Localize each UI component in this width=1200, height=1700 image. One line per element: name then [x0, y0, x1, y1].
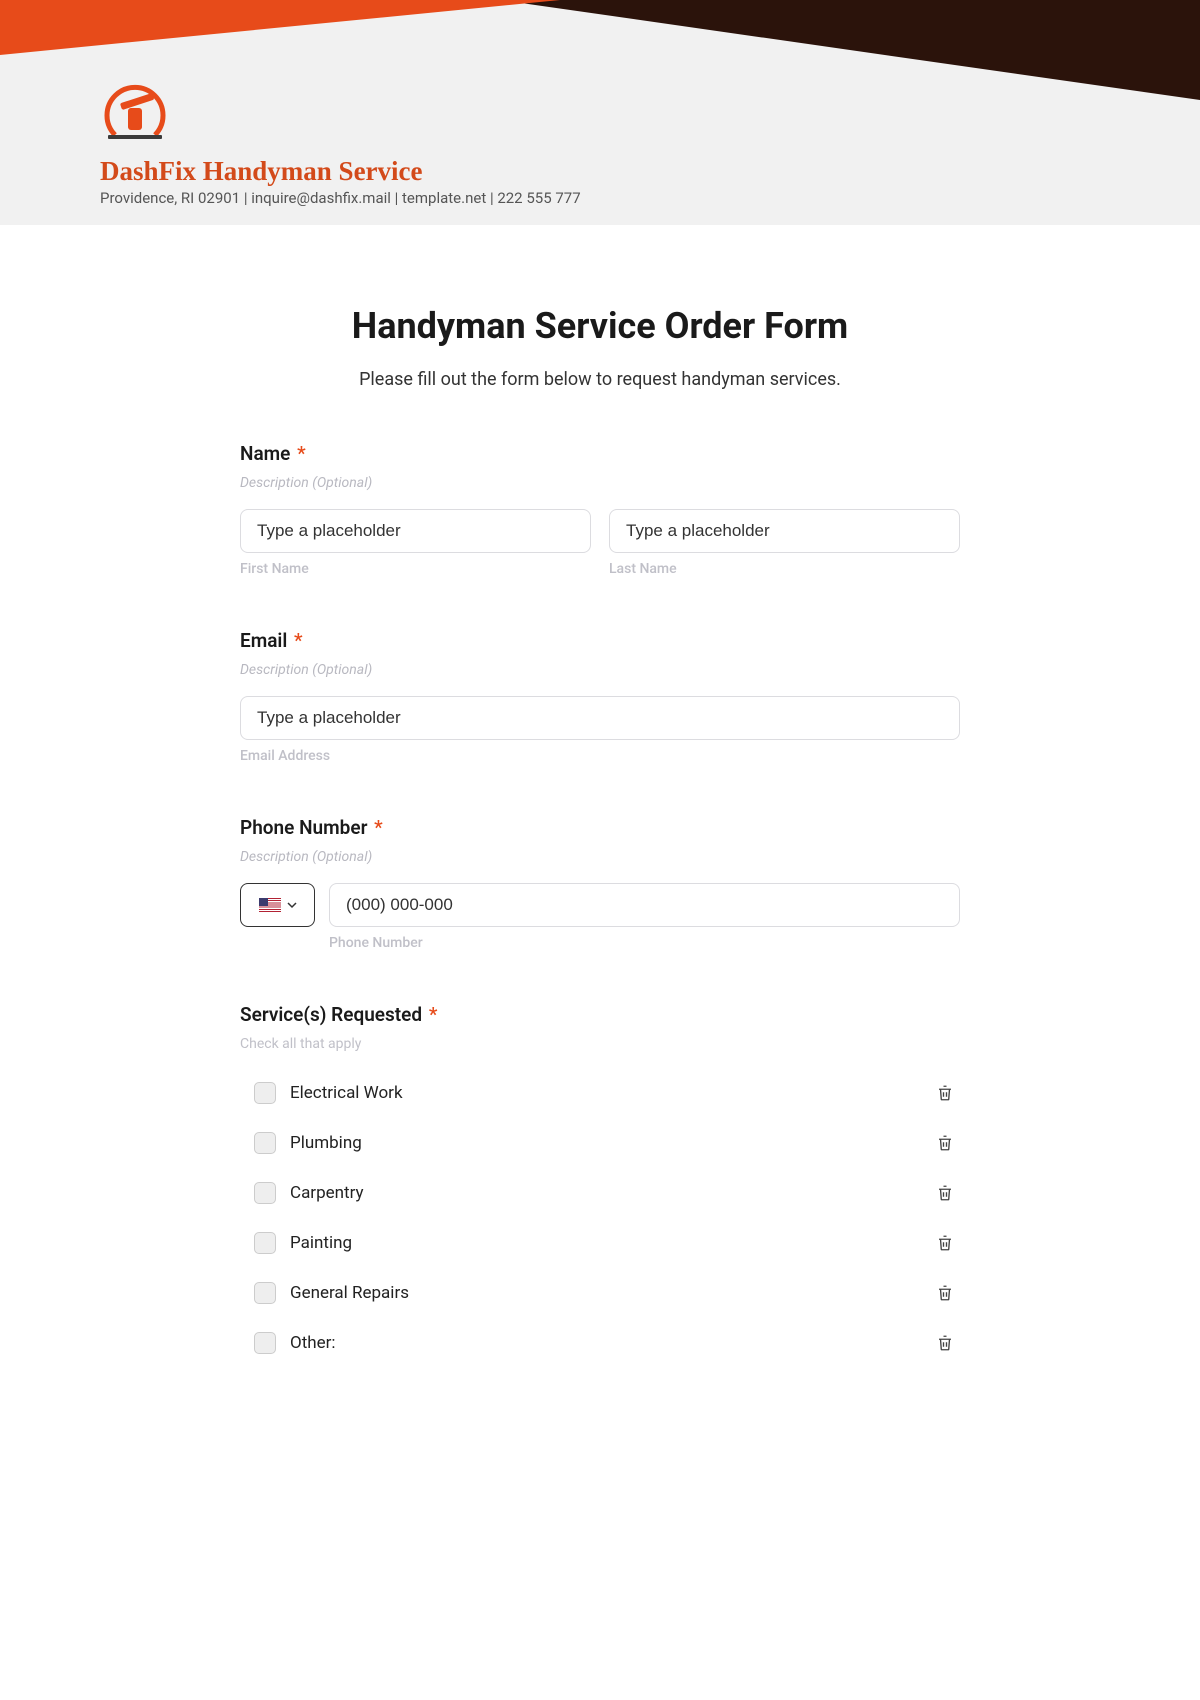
trash-icon: [936, 1234, 954, 1252]
required-star-icon: *: [429, 1003, 438, 1026]
required-star-icon: *: [294, 629, 303, 652]
checkbox-label: General Repairs: [290, 1283, 930, 1303]
delete-option-button[interactable]: [930, 1178, 960, 1208]
last-name-sublabel: Last Name: [609, 561, 960, 577]
service-option-row: Plumbing: [240, 1118, 960, 1168]
delete-option-button[interactable]: [930, 1278, 960, 1308]
label-text: Email: [240, 629, 287, 652]
label-text: Phone Number: [240, 816, 367, 839]
services-label: Service(s) Requested *: [240, 1003, 960, 1026]
services-field-group: Service(s) Requested * Check all that ap…: [240, 1003, 960, 1368]
service-option-row: Other:: [240, 1318, 960, 1368]
brand-name: DashFix Handyman Service: [100, 156, 581, 187]
name-label: Name *: [240, 442, 960, 465]
form-subtitle: Please fill out the form below to reques…: [240, 369, 960, 390]
label-text: Name: [240, 442, 290, 465]
hammer-fist-logo-icon: [100, 80, 170, 150]
us-flag-icon: [259, 898, 281, 912]
checkbox-electrical-work[interactable]: [254, 1082, 276, 1104]
checkbox-label: Painting: [290, 1233, 930, 1253]
decorative-triangle: [0, 0, 560, 55]
brand-contact-line: Providence, RI 02901 | inquire@dashfix.m…: [100, 189, 581, 207]
checkbox-painting[interactable]: [254, 1232, 276, 1254]
checkbox-label: Plumbing: [290, 1133, 930, 1153]
required-star-icon: *: [374, 816, 383, 839]
header-banner: DashFix Handyman Service Providence, RI …: [0, 0, 1200, 225]
service-option-row: Electrical Work: [240, 1068, 960, 1118]
trash-icon: [936, 1134, 954, 1152]
service-option-row: General Repairs: [240, 1268, 960, 1318]
brand-block: DashFix Handyman Service Providence, RI …: [100, 80, 581, 207]
email-label: Email *: [240, 629, 960, 652]
checkbox-other[interactable]: [254, 1332, 276, 1354]
phone-input[interactable]: [329, 883, 960, 927]
required-star-icon: *: [297, 442, 306, 465]
last-name-input[interactable]: [609, 509, 960, 553]
chevron-down-icon: [287, 900, 297, 910]
email-field-group: Email * Description (Optional) Email Add…: [240, 629, 960, 764]
phone-label: Phone Number *: [240, 816, 960, 839]
phone-field-group: Phone Number * Description (Optional) Ph…: [240, 816, 960, 951]
delete-option-button[interactable]: [930, 1078, 960, 1108]
label-text: Service(s) Requested: [240, 1003, 422, 1026]
service-option-row: Carpentry: [240, 1168, 960, 1218]
first-name-input[interactable]: [240, 509, 591, 553]
country-code-selector[interactable]: [240, 883, 315, 927]
name-field-group: Name * Description (Optional) First Name…: [240, 442, 960, 577]
checkbox-general-repairs[interactable]: [254, 1282, 276, 1304]
trash-icon: [936, 1334, 954, 1352]
name-description: Description (Optional): [240, 475, 960, 491]
delete-option-button[interactable]: [930, 1328, 960, 1358]
phone-description: Description (Optional): [240, 849, 960, 865]
checkbox-plumbing[interactable]: [254, 1132, 276, 1154]
first-name-sublabel: First Name: [240, 561, 591, 577]
decorative-triangle: [500, 0, 1200, 100]
email-input[interactable]: [240, 696, 960, 740]
email-sublabel: Email Address: [240, 748, 960, 764]
trash-icon: [936, 1184, 954, 1202]
checkbox-label: Other:: [290, 1333, 930, 1353]
checkbox-label: Electrical Work: [290, 1083, 930, 1103]
form-container: Handyman Service Order Form Please fill …: [230, 305, 970, 1368]
delete-option-button[interactable]: [930, 1128, 960, 1158]
form-title: Handyman Service Order Form: [240, 305, 960, 347]
trash-icon: [936, 1284, 954, 1302]
delete-option-button[interactable]: [930, 1228, 960, 1258]
service-option-row: Painting: [240, 1218, 960, 1268]
services-hint: Check all that apply: [240, 1036, 960, 1052]
checkbox-carpentry[interactable]: [254, 1182, 276, 1204]
phone-sublabel: Phone Number: [329, 935, 960, 951]
email-description: Description (Optional): [240, 662, 960, 678]
services-checkbox-list: Electrical Work Plumbing Carpentry Paint…: [240, 1068, 960, 1368]
checkbox-label: Carpentry: [290, 1183, 930, 1203]
trash-icon: [936, 1084, 954, 1102]
